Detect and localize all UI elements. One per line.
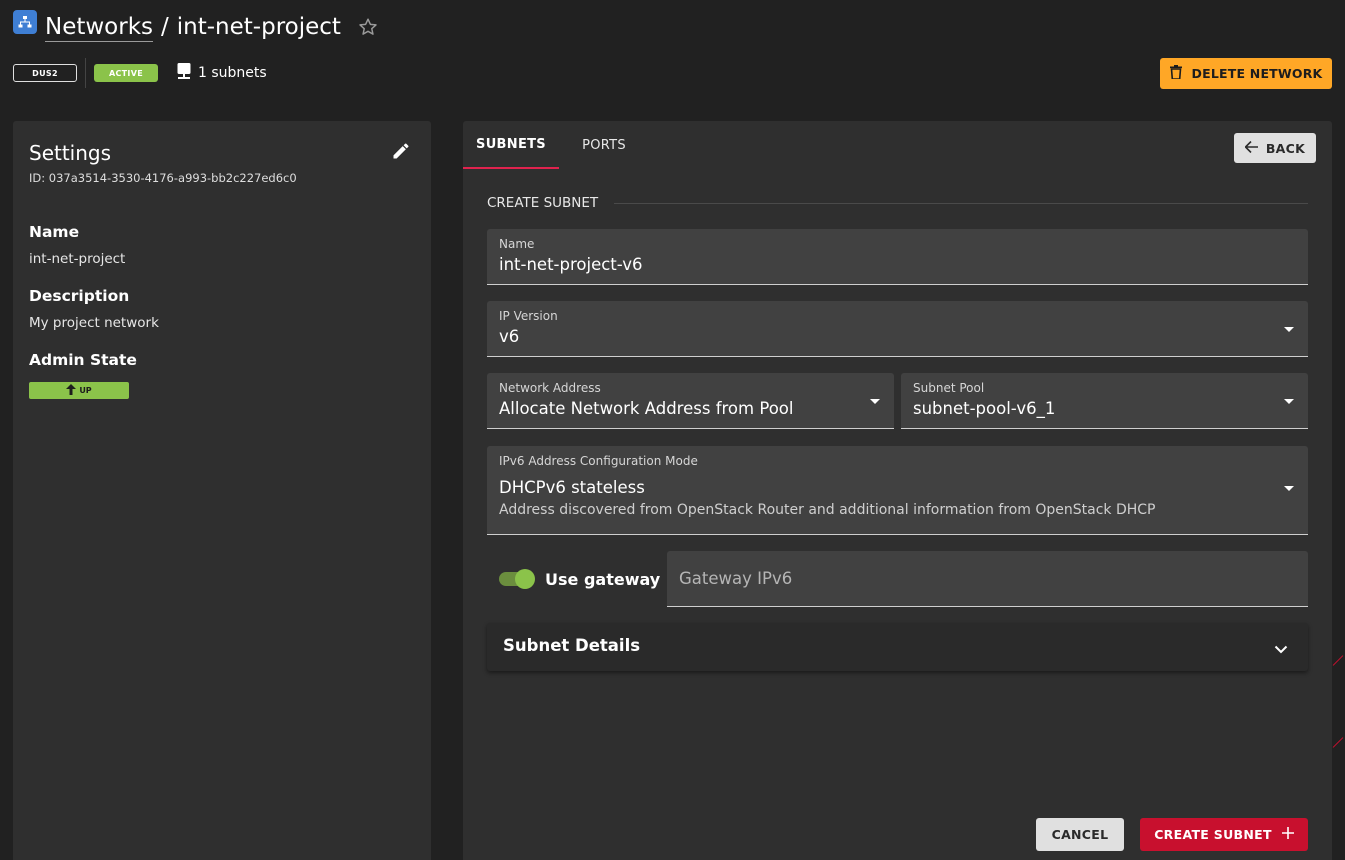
network-detail-page: Networks / int-net-project DUS2 ACTIVE 1… bbox=[0, 0, 1345, 860]
chevron-down-icon bbox=[1274, 639, 1288, 658]
subnet-icon bbox=[176, 62, 192, 84]
status-badge: ACTIVE bbox=[94, 64, 158, 82]
network-address-value: Allocate Network Address from Pool bbox=[499, 399, 794, 418]
tab-ports[interactable]: PORTS bbox=[567, 121, 641, 169]
subnet-pool-value: subnet-pool-v6_1 bbox=[913, 399, 1056, 418]
subnets-card: SUBNETS PORTS BACK CREATE SUBNET Name in… bbox=[463, 121, 1332, 860]
subnet-name-value: int-net-project-v6 bbox=[499, 255, 643, 274]
decorative-line bbox=[1332, 737, 1344, 748]
subnets-count-text: 1 subnets bbox=[198, 65, 267, 81]
subnets-count: 1 subnets bbox=[176, 62, 267, 84]
arrow-left-icon bbox=[1244, 140, 1258, 156]
admin-state-value: UP bbox=[79, 386, 92, 395]
trash-icon bbox=[1169, 65, 1182, 82]
decorative-line bbox=[1332, 655, 1344, 666]
description-value: My project network bbox=[29, 315, 159, 331]
network-title: int-net-project bbox=[176, 14, 341, 40]
name-value: int-net-project bbox=[29, 251, 126, 267]
arrow-up-icon bbox=[66, 384, 77, 397]
use-gateway-label: Use gateway bbox=[545, 569, 661, 589]
subnet-details-title: Subnet Details bbox=[503, 636, 641, 655]
name-label: Name bbox=[29, 223, 80, 241]
gateway-ipv6-input[interactable] bbox=[667, 551, 1308, 607]
region-badge: DUS2 bbox=[13, 64, 77, 82]
breadcrumb-separator: / bbox=[161, 14, 169, 40]
dropdown-caret-icon bbox=[1284, 327, 1294, 332]
ipv6-mode-select[interactable]: IPv6 Address Configuration Mode DHCPv6 s… bbox=[487, 446, 1308, 535]
toggle-thumb bbox=[515, 569, 535, 589]
network-id: ID: 037a3514-3530-4176-a993-bb2c227ed6c0 bbox=[29, 171, 297, 185]
use-gateway-row: Use gateway bbox=[499, 567, 660, 591]
dropdown-caret-icon bbox=[1284, 399, 1294, 404]
subnet-pool-select[interactable]: Subnet Pool subnet-pool-v6_1 bbox=[901, 373, 1308, 429]
section-title: CREATE SUBNET bbox=[487, 195, 599, 211]
network-address-select[interactable]: Network Address Allocate Network Address… bbox=[487, 373, 894, 429]
subnet-details-panel[interactable]: Subnet Details bbox=[487, 623, 1308, 671]
breadcrumb-networks-link[interactable]: Networks bbox=[45, 13, 154, 42]
ip-version-select[interactable]: IP Version v6 bbox=[487, 301, 1308, 357]
admin-state-label: Admin State bbox=[29, 351, 137, 369]
tab-subnets[interactable]: SUBNETS bbox=[463, 121, 559, 169]
create-subnet-label: CREATE SUBNET bbox=[1154, 827, 1272, 842]
settings-card: Settings ID: 037a3514-3530-4176-a993-bb2… bbox=[13, 121, 431, 860]
subnet-name-label: Name bbox=[499, 237, 535, 251]
dropdown-caret-icon bbox=[1284, 486, 1294, 491]
use-gateway-toggle[interactable] bbox=[499, 569, 535, 589]
description-label: Description bbox=[29, 287, 130, 305]
create-subnet-button[interactable]: CREATE SUBNET bbox=[1140, 818, 1308, 851]
ip-version-label: IP Version bbox=[499, 309, 558, 323]
edit-pencil-icon[interactable] bbox=[391, 141, 411, 165]
ip-version-value: v6 bbox=[499, 327, 520, 346]
network-address-label: Network Address bbox=[499, 381, 601, 395]
back-label: BACK bbox=[1265, 140, 1306, 156]
settings-title: Settings bbox=[29, 141, 112, 165]
cancel-button[interactable]: CANCEL bbox=[1036, 818, 1124, 851]
delete-network-button[interactable]: DELETE NETWORK bbox=[1160, 58, 1332, 89]
subnet-pool-label: Subnet Pool bbox=[913, 381, 985, 395]
section-divider bbox=[614, 202, 1308, 204]
back-button[interactable]: BACK bbox=[1234, 133, 1316, 163]
ipv6-mode-label: IPv6 Address Configuration Mode bbox=[499, 454, 698, 468]
subnet-name-field[interactable]: Name int-net-project-v6 bbox=[487, 229, 1308, 285]
delete-network-label: DELETE NETWORK bbox=[1191, 66, 1323, 81]
page-title: Networks / int-net-project bbox=[45, 10, 379, 44]
plus-icon bbox=[1281, 827, 1294, 842]
ipv6-mode-value: DHCPv6 stateless bbox=[499, 478, 645, 497]
badge-divider bbox=[85, 58, 86, 88]
dropdown-caret-icon bbox=[870, 399, 880, 404]
network-icon bbox=[13, 10, 37, 34]
create-subnet-section-header: CREATE SUBNET bbox=[487, 194, 1308, 212]
ipv6-mode-hint: Address discovered from OpenStack Router… bbox=[499, 502, 1156, 518]
favorite-star-icon[interactable] bbox=[357, 16, 379, 38]
admin-state-badge: UP bbox=[29, 382, 129, 399]
